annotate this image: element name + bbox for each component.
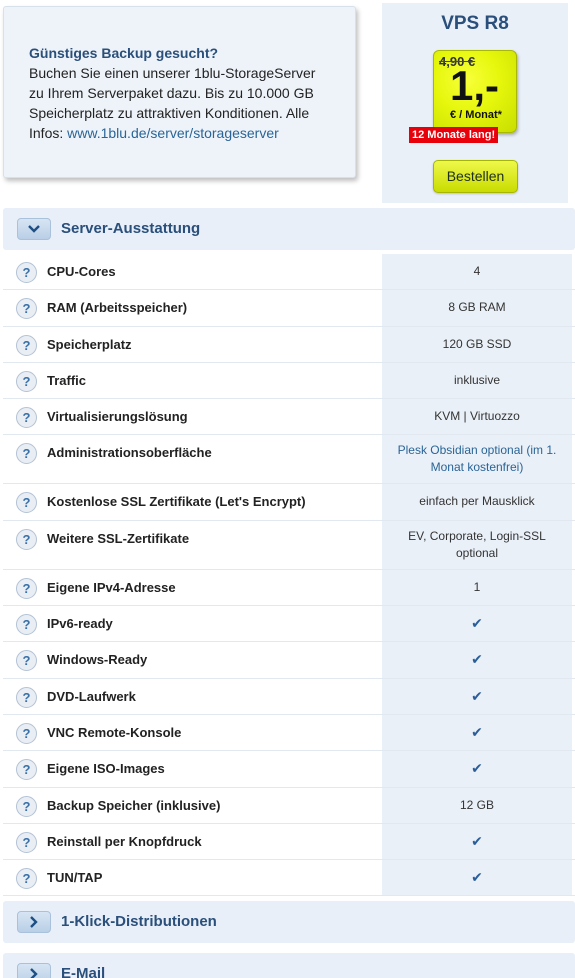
feature-value: inklusive <box>453 372 501 387</box>
feature-value-line-2: Monat kostenfrei) <box>430 460 524 475</box>
help-icon[interactable]: ? <box>16 795 37 817</box>
checkmark-icon: ✔ <box>471 615 483 632</box>
feature-row: ? Eigene IPv4-Adresse 1 <box>3 569 575 607</box>
feature-row: ? Reinstall per Knopfdruck ✔ <box>3 823 575 861</box>
feature-label: Kostenlose SSL Zertifikate (Let's Encryp… <box>47 494 306 510</box>
feature-row: ? Traffic inklusive <box>3 362 575 400</box>
feature-label: DVD-Laufwerk <box>47 688 136 704</box>
help-icon[interactable]: ? <box>16 650 37 672</box>
help-icon[interactable]: ? <box>16 528 37 550</box>
feature-value: 120 GB SSD <box>442 336 512 351</box>
feature-row: ? IPv6-ready ✔ <box>3 606 575 643</box>
checkmark-icon: ✔ <box>471 723 483 740</box>
checkmark-icon: ✔ <box>471 869 483 886</box>
feature-row: ? DVD-Laufwerk ✔ <box>3 678 575 715</box>
feature-label: Eigene IPv4-Adresse <box>47 579 176 595</box>
section-title: E-Mail <box>61 965 106 978</box>
feature-value: 8 GB RAM <box>448 300 506 315</box>
checkmark-icon: ✔ <box>471 687 483 704</box>
feature-row: ? VNC Remote-Konsole ✔ <box>3 714 575 752</box>
feature-value-line-1: Plesk Obsidian optional (im 1. <box>397 443 557 458</box>
feature-label: Speicherplatz <box>47 336 132 352</box>
help-icon[interactable]: ? <box>16 407 37 429</box>
section-1-klick-distributionen[interactable]: 1-Klick-Distributionen <box>3 901 575 943</box>
order-button[interactable]: Bestellen <box>433 160 518 193</box>
feature-label: CPU-Cores <box>47 264 116 279</box>
help-icon[interactable]: ? <box>16 298 37 320</box>
feature-row: ? RAM (Arbeitsspeicher) 8 GB RAM <box>3 290 575 327</box>
help-icon[interactable]: ? <box>16 686 37 708</box>
feature-row: ? CPU-Cores 4 <box>3 254 575 291</box>
promo-infos-label: Infos: <box>29 125 68 141</box>
section-title: Server-Ausstattung <box>61 220 201 237</box>
feature-table: ? CPU-Cores 4? RAM (Arbeitsspeicher) 8 GB RA… <box>3 254 575 897</box>
feature-row: ? Administrationsoberfläche Plesk Obsidian… <box>3 435 575 485</box>
chevron-right-icon[interactable] <box>17 963 51 978</box>
feature-label: Virtualisierungslösung <box>47 409 188 425</box>
help-icon[interactable]: ? <box>16 831 37 853</box>
feature-row: ? Eigene ISO-Images ✔ <box>3 751 575 788</box>
section-title: 1-Klick-Distributionen <box>61 913 217 930</box>
checkmark-icon: ✔ <box>471 832 483 849</box>
feature-value: 4 <box>473 264 481 278</box>
feature-row: ? Weitere SSL-Zertifikate EV, Corporate, L… <box>3 520 575 570</box>
feature-value-line-1: EV, Corporate, Login-SSL <box>408 528 546 543</box>
promo-text-line-3: Speicherplatz zu attraktiven Konditionen… <box>29 105 310 121</box>
promo-text-line-1: Buchen Sie einen unserer 1blu-StorageSer… <box>29 65 316 81</box>
help-icon[interactable]: ? <box>16 722 37 744</box>
backup-promo-box: Günstiges Backup gesucht? Buchen Sie ein… <box>3 6 356 178</box>
section-e-mail[interactable]: E-Mail <box>3 953 575 978</box>
feature-value-line-2: optional <box>455 545 499 560</box>
feature-label: RAM (Arbeitsspeicher) <box>47 300 188 316</box>
feature-value: EV, Corporate, Login-SSL optional <box>382 528 572 562</box>
feature-label: Reinstall per Knopfdruck <box>47 833 202 849</box>
product-column: VPS R8 4,90 € 1,- € / Monat* 12 Monate l… <box>382 3 568 203</box>
feature-label: TUN/TAP <box>47 870 103 886</box>
feature-label: Eigene ISO-Images <box>47 761 165 777</box>
feature-label: IPv6-ready <box>47 616 113 632</box>
price-sticker: 4,90 € 1,- € / Monat* <box>433 50 517 133</box>
promo-text-line-2: zu Ihrem Serverpaket dazu. Bis zu 10.000… <box>29 85 314 101</box>
section-server-ausstattung[interactable]: Server-Ausstattung <box>3 208 575 250</box>
feature-row: ? Kostenlose SSL Zertifikate (Let's Encry… <box>3 484 575 521</box>
feature-label: Weitere SSL-Zertifikate <box>47 530 190 546</box>
feature-value: einfach per Mausklick <box>419 494 535 509</box>
feature-row: ? Windows-Ready ✔ <box>3 642 575 679</box>
promo-text-line-4: Infos: www.1blu.de/server/storageserver <box>29 123 335 143</box>
help-icon[interactable]: ? <box>16 868 37 890</box>
help-icon[interactable]: ? <box>16 443 37 465</box>
product-name: VPS R8 <box>441 13 509 34</box>
price-per-month: € / Monat* <box>450 109 502 121</box>
help-icon[interactable]: ? <box>16 614 37 636</box>
feature-label: Backup Speicher (inklusive) <box>47 797 221 813</box>
feature-row: ? Backup Speicher (inklusive) 12 GB <box>3 787 575 824</box>
help-icon[interactable]: ? <box>16 577 37 599</box>
help-icon[interactable]: ? <box>16 759 37 781</box>
feature-value: KVM | Virtuozzo <box>434 409 520 424</box>
help-icon[interactable]: ? <box>16 334 37 356</box>
feature-value: 12 GB <box>459 797 495 812</box>
promo-duration-badge: 12 Monate lang! <box>409 127 499 143</box>
help-icon[interactable]: ? <box>16 370 37 392</box>
help-icon[interactable]: ? <box>16 492 37 514</box>
feature-label: VNC Remote-Konsole <box>47 724 182 740</box>
feature-row: ? TUN/TAP ✔ <box>3 860 575 897</box>
feature-value[interactable]: Plesk Obsidian optional (im 1. Monat kost… <box>382 442 572 476</box>
feature-row: ? Virtualisierungslösung KVM | Virtuozzo <box>3 399 575 436</box>
feature-label: Windows-Ready <box>47 652 148 668</box>
current-price: 1,- <box>450 62 500 109</box>
feature-row: ? Speicherplatz 120 GB SSD <box>3 326 575 363</box>
promo-title: Günstiges Backup gesucht? <box>29 45 219 61</box>
feature-value: 1 <box>473 579 481 594</box>
checkmark-icon: ✔ <box>471 651 483 668</box>
storageserver-link[interactable]: www.1blu.de/server/storageserver <box>67 125 279 141</box>
help-icon[interactable]: ? <box>16 262 37 283</box>
feature-label: Traffic <box>47 372 87 388</box>
feature-label: Administrationsoberfläche <box>47 445 212 461</box>
chevron-down-icon[interactable] <box>17 218 51 240</box>
chevron-right-icon[interactable] <box>17 911 51 933</box>
checkmark-icon: ✔ <box>471 760 483 777</box>
